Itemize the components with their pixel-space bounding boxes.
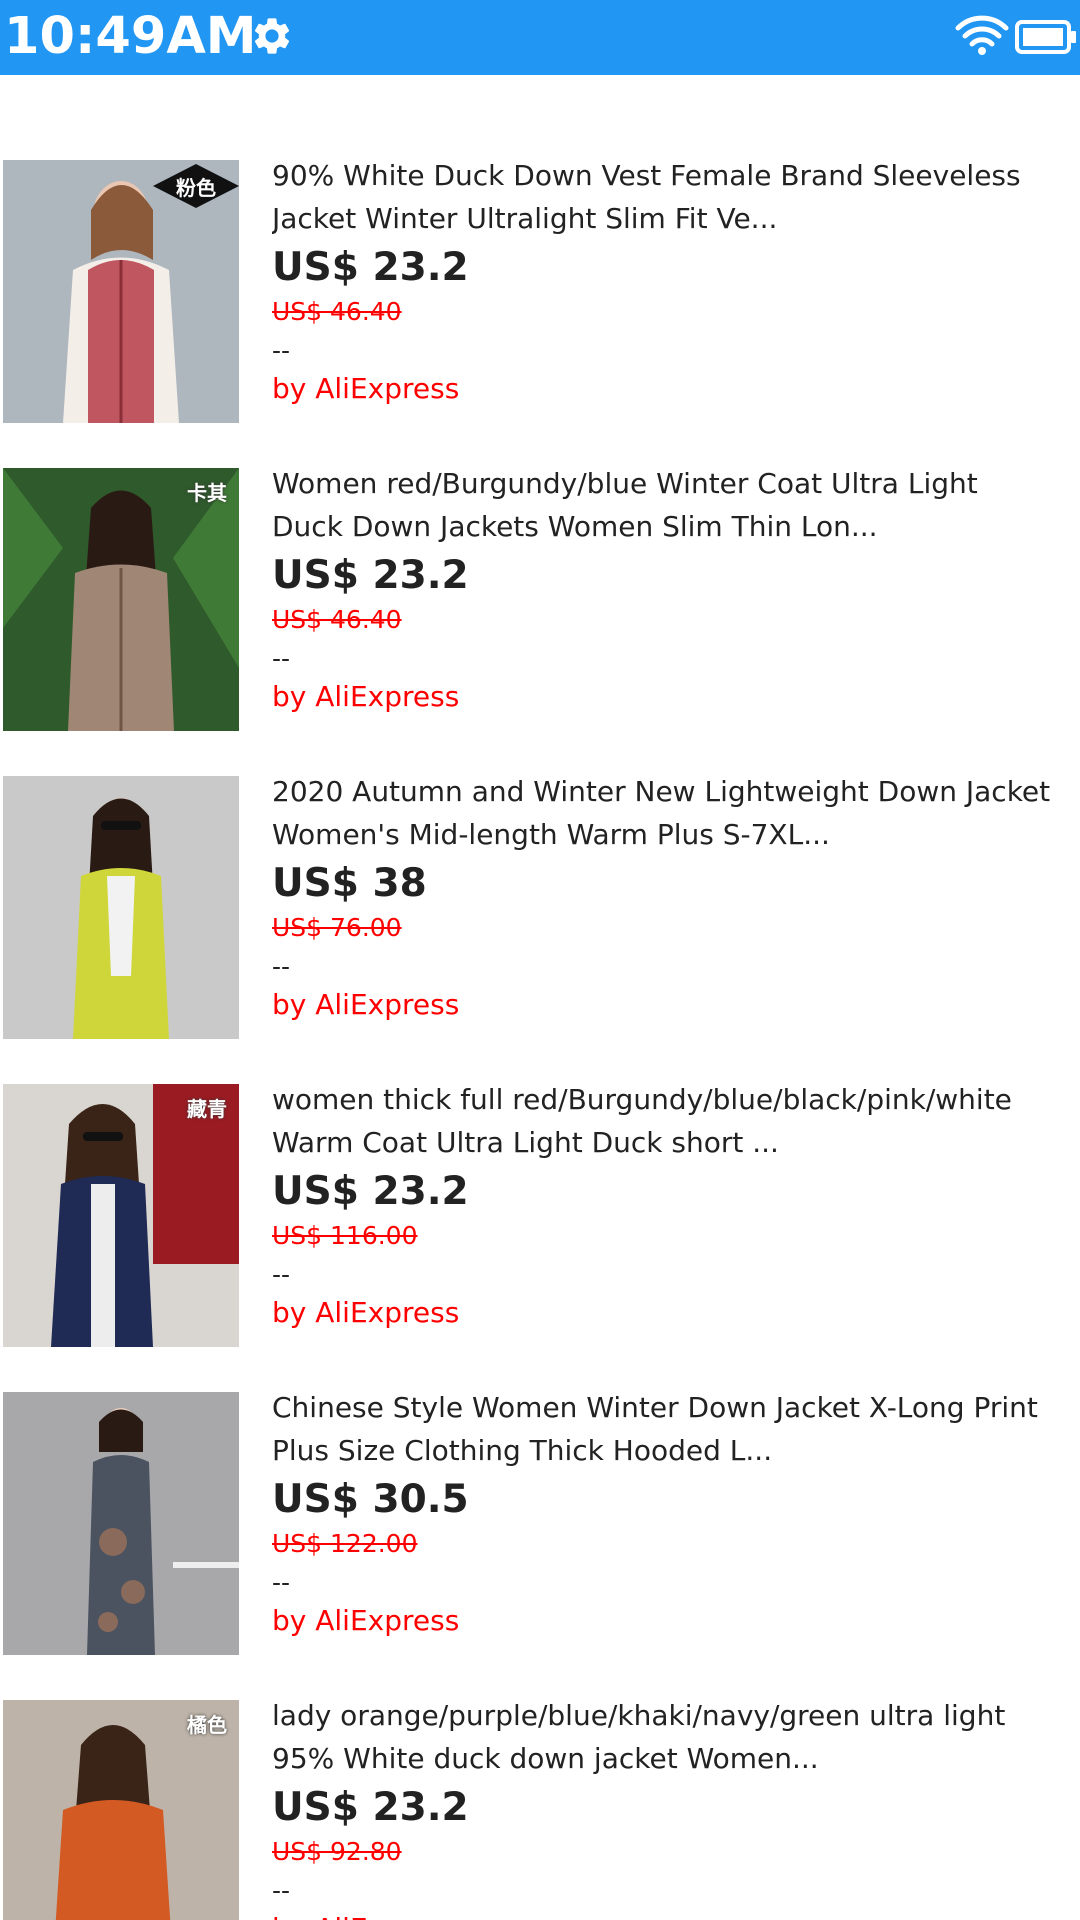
product-image[interactable]: 藏青	[3, 1084, 239, 1347]
product-old-price: US$ 46.40	[272, 297, 402, 326]
product-list: 粉色 90% White Duck Down Vest Female Brand…	[0, 75, 1080, 1920]
battery-icon	[1015, 20, 1076, 54]
list-item[interactable]: 橘色 lady orange/purple/blue/khaki/navy/gr…	[0, 1694, 1080, 1920]
product-price: US$ 38	[272, 861, 427, 906]
color-badge: 藏青	[187, 1097, 227, 1121]
wifi-icon	[955, 15, 1009, 55]
product-price: US$ 23.2	[272, 1785, 469, 1830]
color-badge: 卡其	[187, 481, 227, 505]
product-image[interactable]	[3, 776, 239, 1039]
product-price: US$ 23.2	[272, 1169, 469, 1214]
product-old-price: US$ 92.80	[272, 1837, 402, 1866]
product-image[interactable]: 粉色	[3, 160, 239, 423]
product-title-line1[interactable]: 90% White Duck Down Vest Female Brand Sl…	[272, 154, 1080, 197]
product-old-price: US$ 76.00	[272, 913, 402, 942]
product-info: 2020 Autumn and Winter New Lightweight D…	[272, 770, 1080, 1025]
product-title-line2[interactable]: Duck Down Jackets Women Slim Thin Lon...	[272, 505, 1080, 548]
product-photo-long-coat	[3, 1392, 239, 1655]
product-rating: --	[272, 336, 291, 365]
product-rating: --	[272, 1260, 291, 1289]
product-seller: by AliExpress	[272, 1909, 1080, 1920]
product-title-line2[interactable]: 95% White duck down jacket Women...	[272, 1737, 1080, 1780]
product-title-line1[interactable]: 2020 Autumn and Winter New Lightweight D…	[272, 770, 1080, 813]
product-title-line2[interactable]: Plus Size Clothing Thick Hooded L...	[272, 1429, 1080, 1472]
product-title-line1[interactable]: lady orange/purple/blue/khaki/navy/green…	[272, 1694, 1080, 1737]
product-rating: --	[272, 1876, 291, 1905]
product-info: women thick full red/Burgundy/blue/black…	[272, 1078, 1080, 1333]
product-price: US$ 23.2	[272, 245, 469, 290]
list-item[interactable]: 卡其 Women red/Burgundy/blue Winter Coat U…	[0, 462, 1080, 762]
product-old-price: US$ 122.00	[272, 1529, 418, 1558]
product-rating: --	[272, 644, 291, 673]
product-seller: by AliExpress	[272, 680, 460, 713]
product-price: US$ 30.5	[272, 1477, 469, 1522]
product-seller: by AliExpress	[272, 1604, 460, 1637]
product-seller: by AliExpress	[272, 988, 460, 1021]
product-rating: --	[272, 952, 291, 981]
product-old-price: US$ 46.40	[272, 605, 402, 634]
list-item[interactable]: 粉色 90% White Duck Down Vest Female Brand…	[0, 154, 1080, 454]
gear-icon	[254, 18, 290, 54]
product-title-line1[interactable]: Chinese Style Women Winter Down Jacket X…	[272, 1386, 1080, 1429]
product-price: US$ 23.2	[272, 553, 469, 598]
status-time: 10:49AM	[4, 7, 257, 66]
product-seller: by AliExpress	[272, 372, 460, 405]
product-title-line1[interactable]: Women red/Burgundy/blue Winter Coat Ultr…	[272, 462, 1080, 505]
status-bar: 10:49AM	[0, 0, 1080, 75]
list-item[interactable]: Chinese Style Women Winter Down Jacket X…	[0, 1386, 1080, 1686]
product-info: 90% White Duck Down Vest Female Brand Sl…	[272, 154, 1080, 409]
product-photo-long-jacket	[3, 776, 239, 1039]
product-title-line2[interactable]: Women's Mid-length Warm Plus S-7XL...	[272, 813, 1080, 856]
product-info: Chinese Style Women Winter Down Jacket X…	[272, 1386, 1080, 1641]
product-image[interactable]: 卡其	[3, 468, 239, 731]
product-info: lady orange/purple/blue/khaki/navy/green…	[272, 1694, 1080, 1920]
list-item[interactable]: 藏青 women thick full red/Burgundy/blue/bl…	[0, 1078, 1080, 1378]
product-rating: --	[272, 1568, 291, 1597]
product-image[interactable]	[3, 1392, 239, 1655]
product-old-price: US$ 116.00	[272, 1221, 418, 1250]
product-title-line1[interactable]: women thick full red/Burgundy/blue/black…	[272, 1078, 1080, 1121]
product-info: Women red/Burgundy/blue Winter Coat Ultr…	[272, 462, 1080, 717]
product-image[interactable]: 橘色	[3, 1700, 239, 1920]
product-seller: by AliExpress	[272, 1296, 460, 1329]
product-title-line2[interactable]: Jacket Winter Ultralight Slim Fit Ve...	[272, 197, 1080, 240]
list-item[interactable]: 2020 Autumn and Winter New Lightweight D…	[0, 770, 1080, 1070]
product-title-line2[interactable]: Warm Coat Ultra Light Duck short ...	[272, 1121, 1080, 1164]
color-badge: 橘色	[187, 1713, 227, 1737]
